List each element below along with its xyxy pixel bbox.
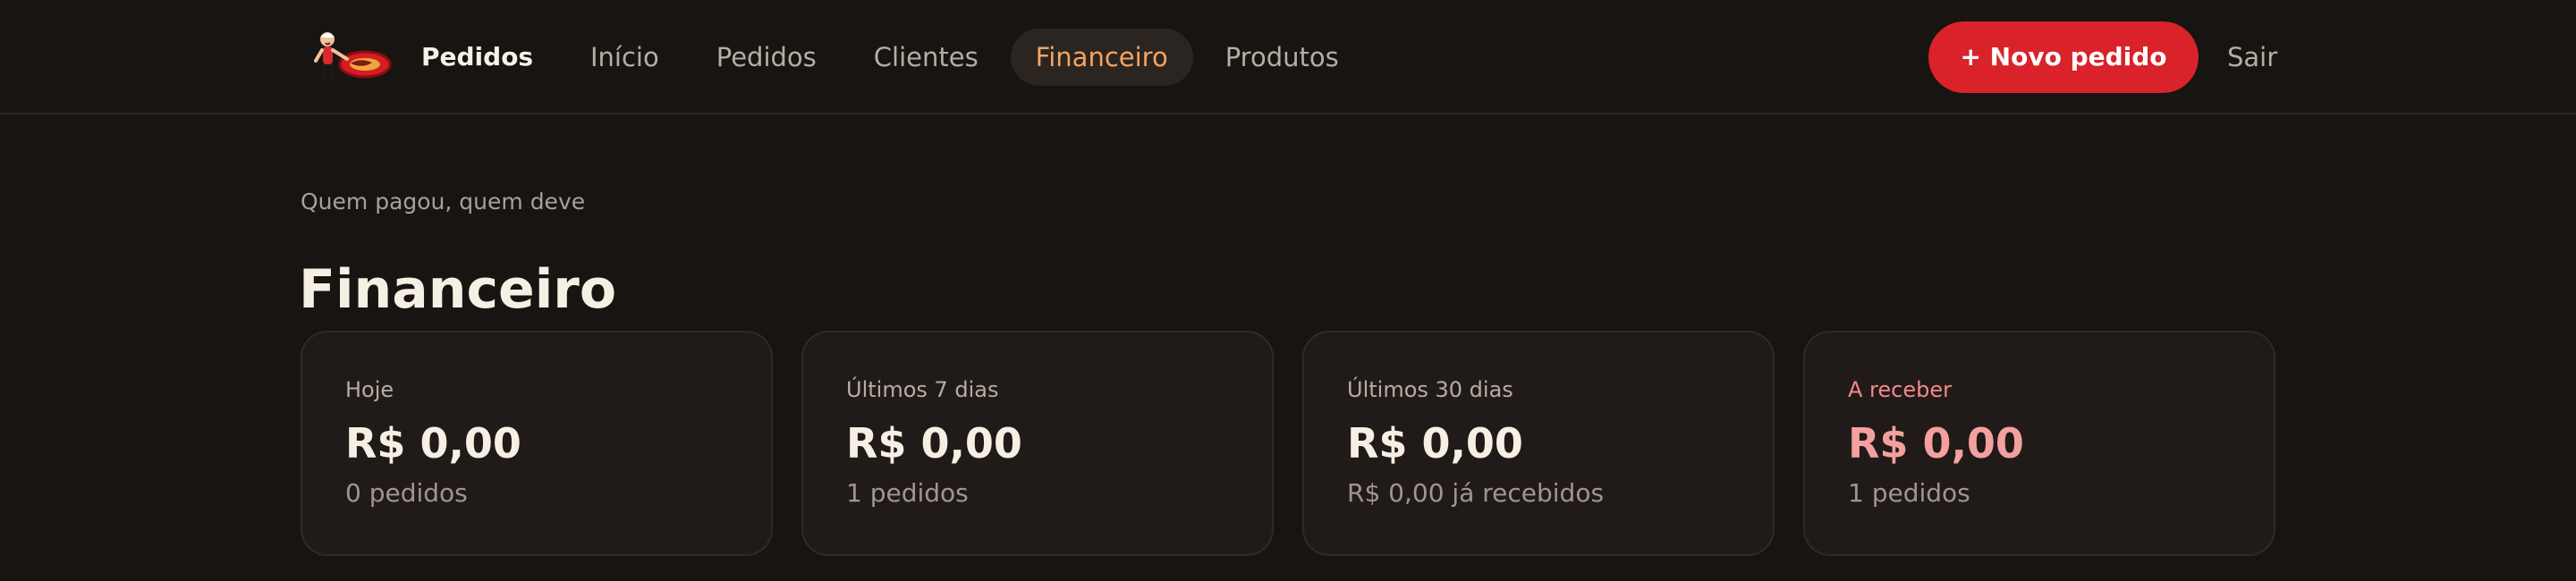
summary-card-receivable: A receber R$ 0,00 1 pedidos	[1803, 331, 2275, 556]
nav-link-produtos[interactable]: Produtos	[1200, 29, 1364, 86]
card-subtitle: 0 pedidos	[345, 478, 468, 508]
page-eyebrow: Quem pagou, quem deve	[301, 189, 586, 215]
page-title: Financeiro	[299, 258, 617, 322]
top-navigation: Pedidos Início Pedidos Clientes Financei…	[0, 0, 2576, 114]
summary-card-last-7-days: Últimos 7 dias R$ 0,00 1 pedidos	[801, 331, 1274, 556]
summary-card-today: Hoje R$ 0,00 0 pedidos	[301, 331, 773, 556]
card-label: Últimos 30 dias	[1347, 377, 1513, 402]
card-subtitle: R$ 0,00 já recebidos	[1347, 478, 1605, 508]
card-subtitle: 1 pedidos	[846, 478, 969, 508]
brand-title[interactable]: Pedidos	[421, 39, 533, 75]
nav-link-inicio[interactable]: Início	[565, 29, 684, 86]
card-value: R$ 0,00	[345, 419, 521, 467]
card-label: Hoje	[345, 377, 394, 402]
card-label: Últimos 7 dias	[846, 377, 999, 402]
logout-link[interactable]: Sair	[2227, 39, 2277, 75]
summary-card-last-30-days: Últimos 30 dias R$ 0,00 R$ 0,00 já receb…	[1302, 331, 1775, 556]
nav-link-clientes[interactable]: Clientes	[849, 29, 1004, 86]
main-nav: Início Pedidos Clientes Financeiro Produ…	[565, 29, 1364, 86]
card-value: R$ 0,00	[846, 419, 1022, 467]
card-value: R$ 0,00	[1347, 419, 1523, 467]
card-value: R$ 0,00	[1848, 419, 2024, 467]
card-label: A receber	[1848, 377, 1952, 402]
nav-link-financeiro[interactable]: Financeiro	[1010, 29, 1193, 86]
card-subtitle: 1 pedidos	[1848, 478, 1970, 508]
nav-link-pedidos[interactable]: Pedidos	[691, 29, 842, 86]
chef-mascot-icon[interactable]	[309, 29, 392, 86]
new-order-button[interactable]: + Novo pedido	[1928, 21, 2199, 93]
